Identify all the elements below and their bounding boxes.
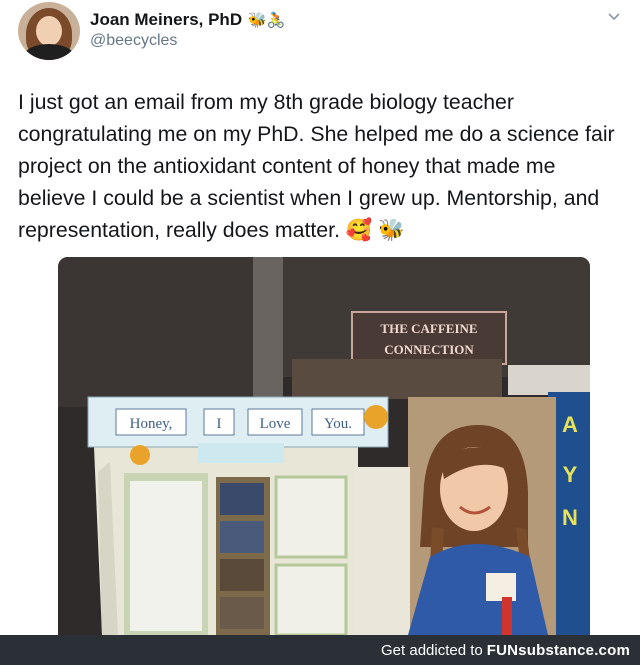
science-fair-board: Honey, I Love You. (87, 396, 410, 635)
avatar[interactable] (18, 2, 80, 60)
caffeine-sign: THE CAFFEINE CONNECTION (351, 311, 507, 365)
sign-line-1: THE CAFFEINE (380, 321, 477, 336)
tweet-text: I just got an email from my 8th grade bi… (18, 90, 615, 242)
footer-brand-suffix[interactable]: .com (594, 642, 630, 659)
sign-line-2: CONNECTION (384, 342, 474, 357)
board-word-2: I (217, 416, 222, 432)
tweet-header: Joan Meiners, PhD 🐝🚴 @beecycles (18, 2, 628, 62)
tweet-photo[interactable]: THE CAFFEINE CONNECTION A Y N Honey, I L… (58, 257, 590, 635)
footer-brand-name[interactable]: FUNsubstance (487, 642, 594, 659)
bg-letter-a: A (562, 412, 578, 437)
author-name-row[interactable]: Joan Meiners, PhD 🐝🚴 (90, 10, 285, 30)
chevron-down-icon[interactable] (606, 8, 622, 24)
footer-prefix: Get addicted to (381, 641, 483, 659)
board-word-3: Love (260, 416, 291, 432)
board-word-4: You. (324, 416, 352, 432)
author-display-name[interactable]: Joan Meiners, PhD (90, 10, 242, 30)
bg-letter-n: N (562, 505, 578, 530)
footer-brand[interactable]: FUNsubstance.com (487, 642, 630, 659)
author-name-emoji: 🐝🚴 (248, 11, 286, 29)
author-handle[interactable]: @beecycles (90, 32, 177, 50)
bg-letter-y: Y (563, 462, 578, 487)
board-word-1: Honey, (130, 416, 173, 432)
site-footer: Get addicted to FUNsubstance.com (0, 635, 640, 665)
